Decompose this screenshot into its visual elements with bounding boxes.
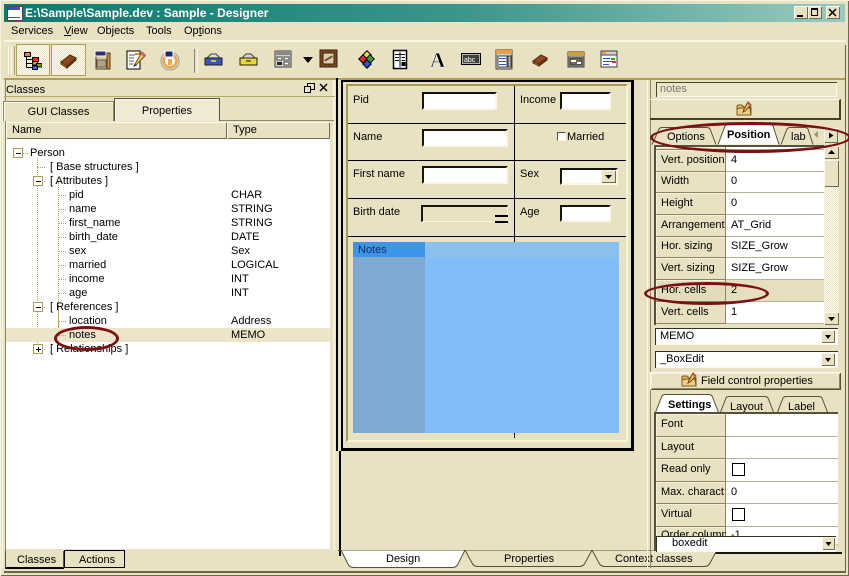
- svg-text:Settings: Settings: [668, 399, 711, 411]
- svg-text:Context classes: Context classes: [615, 553, 693, 565]
- svg-text:Properties: Properties: [504, 553, 555, 565]
- svg-text:Design: Design: [386, 553, 420, 565]
- svg-text:abc: abc: [464, 57, 476, 64]
- svg-text:A: A: [430, 48, 446, 72]
